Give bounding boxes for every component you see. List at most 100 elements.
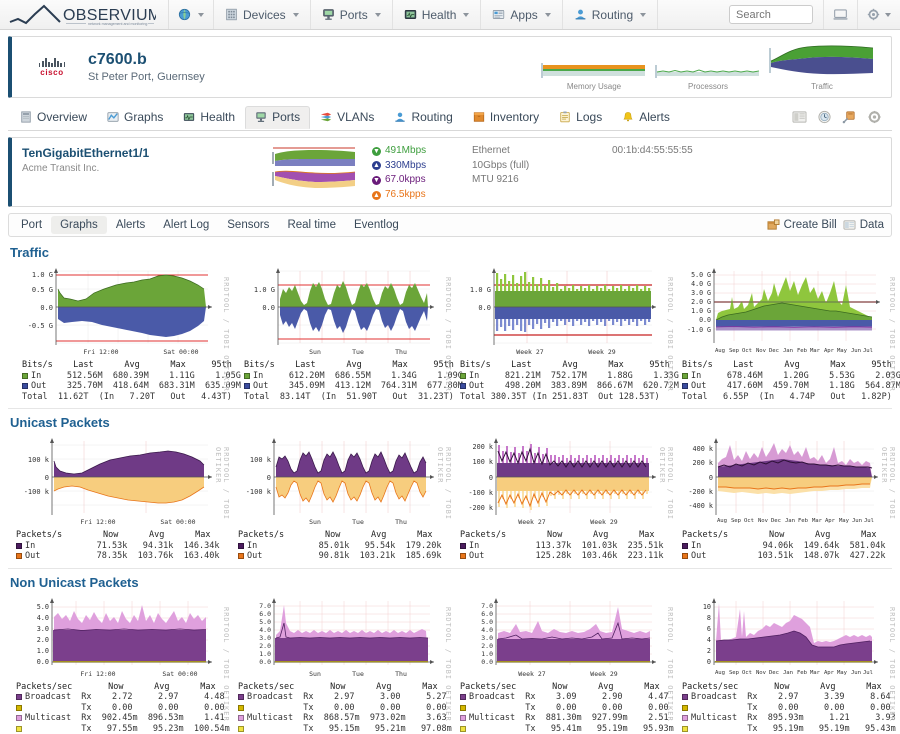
port-stat-value: 491Mbps (385, 144, 426, 159)
globe-icon (178, 8, 191, 21)
svg-text:Tue: Tue (352, 348, 364, 356)
rrdtool-watermark: RRDTOOL / TOBI OETIKER (658, 447, 674, 562)
svg-text:Jul: Jul (863, 348, 873, 354)
traffic-week-legend: Bits/s Last Avg Max 95th In 612.20M 686.… (230, 360, 454, 402)
subtab-graphs[interactable]: Graphs (51, 216, 107, 234)
svg-text:400 k: 400 k (693, 445, 713, 453)
brand-logo-link[interactable]: OBSERVIUM network management and monitor… (0, 0, 169, 29)
port-media-type: Ethernet (472, 144, 612, 159)
tab-alerts[interactable]: Alerts (612, 106, 680, 129)
search-input[interactable] (729, 5, 813, 24)
minigraph-processors[interactable]: Processors (653, 59, 763, 91)
console-icon (833, 8, 848, 21)
svg-text:Jan: Jan (785, 518, 795, 524)
svg-text:Jul: Jul (864, 518, 874, 524)
legend-row-in: In 85.01k 95.54k 179.20k (247, 541, 441, 551)
traffic-year-legend: Bits/s Last Avg Max 95th In 678.46M 1.20… (674, 360, 898, 402)
settings-icon[interactable] (867, 110, 882, 124)
nav-health[interactable]: Health (393, 0, 482, 29)
minigraph-traffic[interactable]: Traffic (767, 43, 877, 91)
tab-label: Alerts (639, 110, 670, 124)
tab-label: VLANs (337, 110, 374, 124)
traffic-graph-year[interactable]: 5.0 G4.0 G3.0 G 2.0 G1.0 G0.0-1.0 G AugS… (674, 263, 898, 402)
unicast-graph-year[interactable]: 400 k200 k0 -200 k-400 k AugSepOctNov De… (674, 433, 898, 562)
port-name[interactable]: TenGigabitEthernet1/1 (22, 146, 267, 160)
svg-text:Sun: Sun (309, 348, 321, 356)
rrdtool-watermark: RRDTOOL / TOBI OETIKER (666, 607, 674, 722)
svg-text:1.0 G: 1.0 G (470, 286, 491, 294)
traffic-graph-month[interactable]: 1.0 G0.0 Week 27Week 29 RRDTOOL / TOBI O… (452, 263, 676, 402)
nav-globe[interactable] (169, 0, 214, 29)
unicast-graph-week[interactable]: 100 k0-100 k SunTueThu RRDTOOL / TOBI OE… (230, 433, 454, 562)
unicast-graph-month[interactable]: 200 k100 k0 -100 k-200 k Week 27Week 29 … (452, 433, 676, 562)
subtab-alert-log[interactable]: Alert Log (154, 216, 218, 234)
port-minigraph[interactable] (267, 144, 362, 194)
subtab-sensors[interactable]: Sensors (218, 216, 278, 234)
svg-text:1.0 G: 1.0 G (32, 271, 53, 279)
nav-ports[interactable]: Ports (311, 0, 393, 29)
clock-icon[interactable] (817, 110, 832, 124)
data-button[interactable]: Data (843, 219, 884, 231)
port-stat-out-pkts: ▲ 76.5kpps (372, 188, 472, 203)
subtab-port[interactable]: Port (12, 216, 51, 234)
tab-ports[interactable]: Ports (245, 106, 310, 129)
tab-routing[interactable]: Routing (384, 106, 462, 129)
legend-row-multicast-rx: Multicast Rx 902.45m 896.53m 1.41 (25, 713, 225, 723)
svg-text:-0.5 G: -0.5 G (28, 322, 53, 330)
svg-text:Week 29: Week 29 (588, 348, 615, 356)
minigraph-memory-usage[interactable]: Memory Usage (539, 59, 649, 91)
traffic-graph-day[interactable]: 1.0 G0.5 G 0.0-0.5 G Fri 12:00Sat 00:00 … (8, 263, 232, 402)
device-minigraphs: Memory Usage Processors (539, 43, 881, 91)
tab-overview[interactable]: Overview (10, 106, 97, 129)
navbar-right (729, 0, 900, 29)
nonunicast-month-chart: 7.06.05.04.0 3.02.01.00.0 Week 27Week 29 (452, 593, 676, 681)
svg-text:Mar: Mar (812, 518, 823, 524)
tab-inventory[interactable]: Inventory (463, 106, 549, 129)
svg-text:4.0: 4.0 (37, 614, 49, 622)
svg-text:1.0: 1.0 (37, 647, 49, 655)
console-button[interactable] (823, 0, 857, 29)
legend-row-in: In 94.06k 149.64k 581.04k (691, 541, 885, 551)
svg-text:Apr: Apr (825, 518, 836, 524)
unicast-graph-day[interactable]: 100 k0-100 k Fri 12:00Sat 00:00 RRDTOOL … (8, 433, 232, 562)
routing-icon (394, 111, 406, 123)
legend-row-multicast-tx: Tx 97.55m 95.23m 100.54m (25, 724, 230, 734)
port-description: Acme Transit Inc. (22, 163, 267, 174)
nonunicast-graph-day[interactable]: 5.04.03.0 2.01.00.0 Fri 12:00Sat 00:00 R… (8, 593, 232, 734)
edit-icon[interactable] (842, 110, 857, 124)
nonunicast-graph-month[interactable]: 7.06.05.04.0 3.02.01.00.0 Week 27Week 29… (452, 593, 676, 734)
svg-text:1.0: 1.0 (481, 650, 493, 658)
nav-apps[interactable]: Apps (481, 0, 562, 29)
svg-text:Mar: Mar (810, 348, 821, 354)
legend-row-broadcast-rx: Broadcast Rx 2.97 3.39 8.64 (691, 692, 891, 702)
create-bill-button[interactable]: Create Bill (767, 219, 837, 231)
svg-text:0.0: 0.0 (40, 304, 53, 312)
traffic-graph-week[interactable]: 1.0 G0.0 SunTueThu RRDTOOL / TOBI OETIKE… (230, 263, 454, 402)
tab-health[interactable]: Health (173, 106, 245, 129)
subtab-eventlog[interactable]: Eventlog (345, 216, 408, 234)
svg-text:Sun: Sun (309, 518, 321, 526)
settings-menu-button[interactable] (857, 0, 900, 29)
svg-text:0: 0 (267, 474, 271, 482)
panel-icon[interactable] (792, 110, 807, 124)
tab-vlans[interactable]: VLANs (310, 106, 384, 129)
legend-row-in: In 512.56M 680.39M 1.11G 1.05G (31, 371, 241, 381)
nav-devices[interactable]: Devices (214, 0, 311, 29)
device-hostname[interactable]: c7600.b (88, 51, 205, 69)
minigraph-label: Memory Usage (539, 82, 649, 91)
svg-text:-100 k: -100 k (246, 488, 272, 496)
nonunicast-week-chart: 7.06.05.04.0 3.02.01.00.0 SunTueThu (230, 593, 454, 681)
tab-graphs[interactable]: Graphs (97, 106, 173, 129)
nav-routing[interactable]: Routing (563, 0, 658, 29)
port-subtab-actions: Create Bill Data (767, 219, 888, 231)
nonunicast-graph-year[interactable]: 1086 420 AugSepOctNov DecJanFebMar AprMa… (674, 593, 898, 734)
legend-row-multicast-rx: Multicast Rx 895.93m 1.21 3.93 (691, 713, 896, 723)
legend-row-out: Out 78.35k 103.76k 163.40k (25, 551, 219, 561)
svg-text:Nov: Nov (756, 670, 767, 676)
subtab-real-time[interactable]: Real time (278, 216, 345, 234)
legend-row-out: Out 345.09M 413.12M 764.31M 677.80M (253, 381, 463, 391)
subtab-alerts[interactable]: Alerts (107, 216, 154, 234)
tab-logs[interactable]: Logs (549, 106, 612, 129)
nonunicast-graph-week[interactable]: 7.06.05.04.0 3.02.01.00.0 SunTueThu RRDT… (230, 593, 454, 734)
chevron-down-icon (885, 13, 891, 17)
